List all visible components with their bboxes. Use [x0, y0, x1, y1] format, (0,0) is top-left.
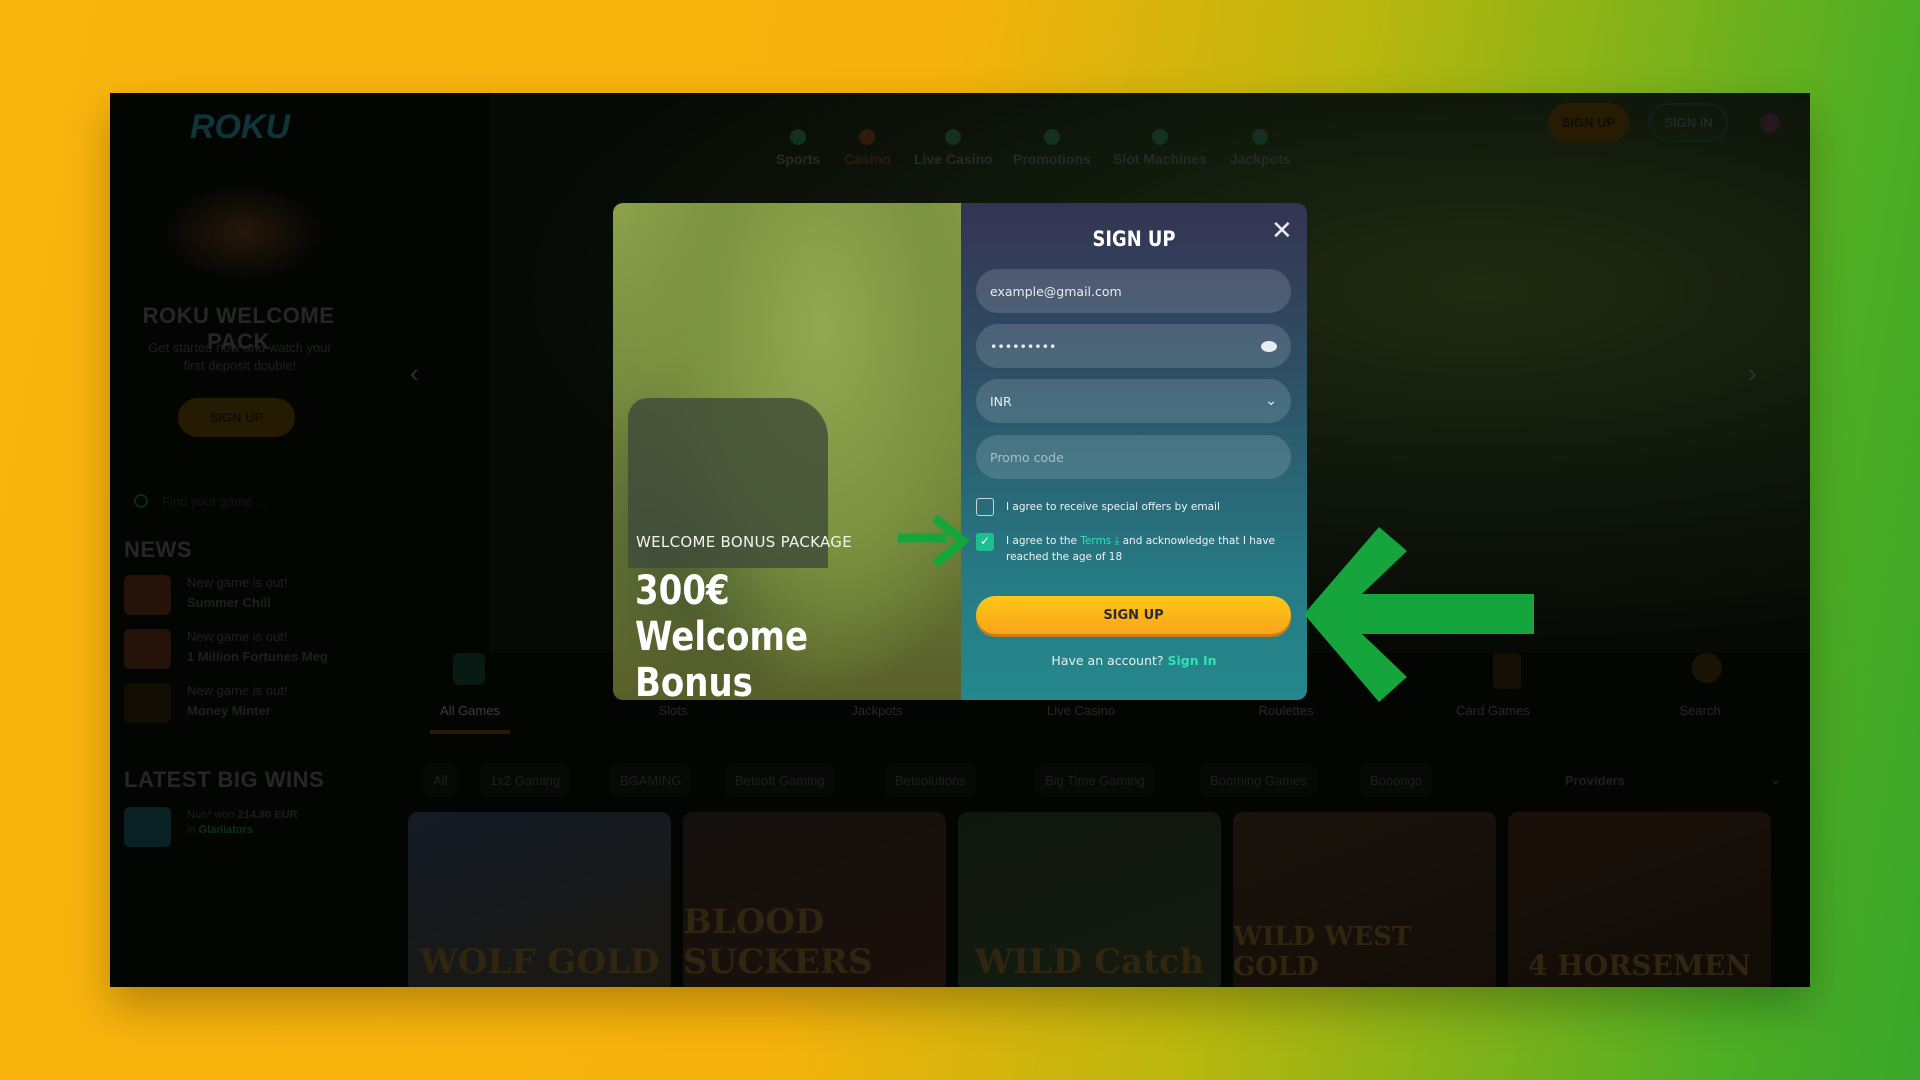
have-account-text: Have an account?: [1051, 653, 1164, 668]
small-arrow-annotation: [898, 514, 971, 568]
terms-label: I agree to the Terms ⤓ and acknowledge t…: [1006, 535, 1276, 563]
currency-value: INR: [990, 393, 1012, 409]
currency-select[interactable]: INR ⌄: [976, 379, 1291, 423]
email-field[interactable]: example@gmail.com: [976, 269, 1291, 313]
chevron-down-icon: ⌄: [1265, 393, 1277, 409]
large-arrow-annotation: [1304, 527, 1534, 702]
download-icon[interactable]: ⤓: [1115, 535, 1120, 547]
modal-title: SIGN UP: [1092, 227, 1176, 251]
offers-label: I agree to receive special offers by ema…: [1006, 501, 1220, 513]
signup-submit-button[interactable]: SIGN UP: [976, 596, 1291, 634]
password-field[interactable]: •••••••••: [976, 324, 1291, 368]
promo-code-input[interactable]: Promo code: [976, 435, 1291, 479]
email-value: example@gmail.com: [990, 283, 1122, 299]
eye-icon[interactable]: [1261, 340, 1277, 352]
promo-image: WELCOME BONUS PACKAGE 300€ Welcome Bonus: [613, 203, 961, 700]
offers-checkbox[interactable]: [976, 498, 994, 516]
close-icon[interactable]: ✕: [1271, 217, 1293, 243]
signup-form: SIGN UP ✕ example@gmail.com ••••••••• IN…: [961, 203, 1307, 700]
promo-title: 300€ Welcome Bonus: [635, 568, 809, 700]
have-account-row: Have an account? Sign In: [961, 653, 1307, 668]
signin-link[interactable]: Sign In: [1168, 653, 1217, 668]
password-value: •••••••••: [990, 338, 1057, 354]
terms-checkbox[interactable]: ✓: [976, 533, 994, 551]
promo-subtitle: WELCOME BONUS PACKAGE: [636, 533, 852, 551]
signup-modal: WELCOME BONUS PACKAGE 300€ Welcome Bonus…: [613, 203, 1307, 700]
terms-link[interactable]: Terms: [1080, 535, 1111, 547]
promo-placeholder: Promo code: [990, 449, 1064, 465]
